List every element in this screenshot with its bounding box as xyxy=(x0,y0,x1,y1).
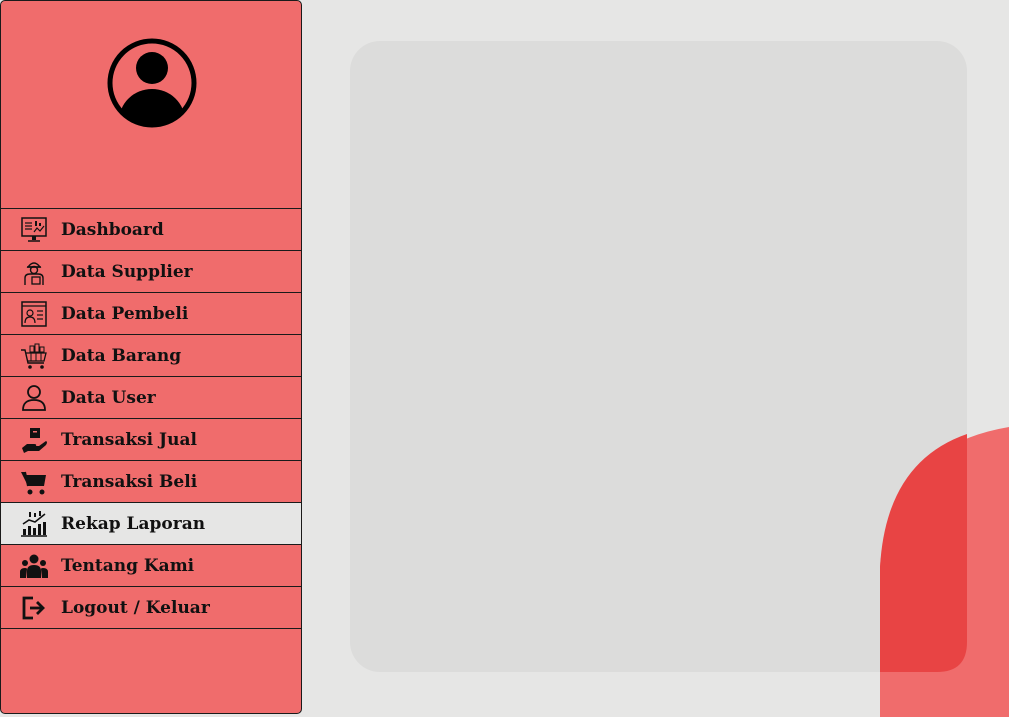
logout-icon xyxy=(19,594,49,622)
menu-label-transaksi-beli: Transaksi Beli xyxy=(61,472,198,492)
decorative-corner-shape xyxy=(880,427,1009,717)
cart-icon xyxy=(19,468,49,496)
menu-label-data-pembeli: Data Pembeli xyxy=(61,304,189,324)
menu-item-rekap-laporan[interactable]: Rekap Laporan xyxy=(1,503,301,545)
menu-item-transaksi-jual[interactable]: Transaksi Jual xyxy=(1,419,301,461)
report-chart-icon xyxy=(19,510,49,538)
user-circle-icon[interactable] xyxy=(106,37,198,129)
users-group-icon xyxy=(19,552,49,580)
menu-label-tentang-kami: Tentang Kami xyxy=(61,556,195,576)
menu-item-transaksi-beli[interactable]: Transaksi Beli xyxy=(1,461,301,503)
menu-item-data-pembeli[interactable]: Data Pembeli xyxy=(1,293,301,335)
menu-item-tentang-kami[interactable]: Tentang Kami xyxy=(1,545,301,587)
menu-label-transaksi-jual: Transaksi Jual xyxy=(61,430,197,450)
menu-label-logout: Logout / Keluar xyxy=(61,598,210,618)
hand-box-icon xyxy=(19,426,49,454)
menu-label-data-user: Data User xyxy=(61,388,156,408)
menu-item-data-barang[interactable]: Data Barang xyxy=(1,335,301,377)
supplier-worker-icon xyxy=(19,258,49,286)
menu-item-logout[interactable]: Logout / Keluar xyxy=(1,587,301,629)
menu-item-data-supplier[interactable]: Data Supplier xyxy=(1,251,301,293)
sidebar: Dashboard Data Supplier Data Pembeli Dat… xyxy=(0,0,302,714)
sidebar-menu: Dashboard Data Supplier Data Pembeli Dat… xyxy=(1,208,301,629)
menu-item-data-user[interactable]: Data User xyxy=(1,377,301,419)
buyer-profile-icon xyxy=(19,300,49,328)
menu-label-dashboard: Dashboard xyxy=(61,220,164,240)
menu-label-rekap-laporan: Rekap Laporan xyxy=(61,514,206,534)
shopping-cart-goods-icon xyxy=(19,342,49,370)
dashboard-monitor-icon xyxy=(19,216,49,244)
user-outline-icon xyxy=(19,384,49,412)
main-content-panel xyxy=(350,41,967,672)
menu-label-data-supplier: Data Supplier xyxy=(61,262,193,282)
menu-label-data-barang: Data Barang xyxy=(61,346,182,366)
menu-item-dashboard[interactable]: Dashboard xyxy=(1,209,301,251)
